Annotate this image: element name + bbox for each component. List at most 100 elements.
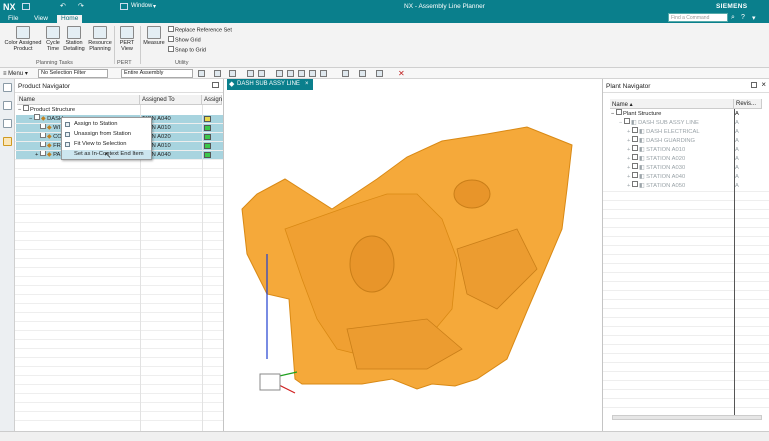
grid-line	[15, 213, 223, 214]
maximize-icon[interactable]	[751, 82, 757, 88]
grid-line	[15, 357, 223, 358]
scope-select[interactable]: Entire Assembly	[121, 69, 193, 78]
checkbox-icon[interactable]	[34, 114, 40, 121]
orient-icon[interactable]	[247, 70, 254, 77]
checkbox-icon[interactable]	[632, 145, 638, 152]
list-item[interactable]: + ◧ DASH ELECTRICAL A	[627, 127, 769, 136]
plant-navigator-title: Plant Navigator	[606, 83, 651, 90]
part-navigator-icon[interactable]	[3, 101, 12, 110]
selection-filter-select[interactable]: No Selection Filter	[38, 69, 108, 78]
station-detailing-icon	[67, 26, 81, 39]
redo-icon[interactable]: ↷	[78, 2, 84, 10]
product-navigator-icon[interactable]	[3, 137, 12, 146]
checkbox-icon[interactable]	[632, 136, 638, 143]
station-detailing-button[interactable]: Station Detailing	[62, 26, 86, 52]
color-product-icon	[16, 26, 30, 39]
pan-icon[interactable]	[298, 70, 305, 77]
checkbox-icon[interactable]	[616, 109, 622, 116]
grid-line	[603, 407, 769, 408]
assembly-navigator-icon[interactable]	[3, 119, 12, 128]
grid-line	[603, 218, 769, 219]
checkbox-icon[interactable]	[632, 172, 638, 179]
settings-gear-icon[interactable]	[3, 83, 12, 92]
checkbox-icon[interactable]	[632, 163, 638, 170]
list-item[interactable]: + ◧ STATION A050 A	[627, 181, 769, 190]
render-icon[interactable]	[342, 70, 349, 77]
graphics-window[interactable]	[227, 79, 601, 431]
tab-file[interactable]: File	[4, 15, 22, 23]
undo-icon[interactable]: ↶	[60, 2, 66, 10]
zoom-icon[interactable]	[287, 70, 294, 77]
grid-line	[15, 204, 223, 205]
column-assigned-to[interactable]: Assigned To	[140, 95, 202, 105]
checkbox-icon[interactable]	[632, 181, 638, 188]
checkbox-icon[interactable]	[632, 154, 638, 161]
checkbox-icon[interactable]	[632, 127, 638, 134]
grid-line	[15, 231, 223, 232]
checkbox-icon[interactable]	[624, 118, 630, 125]
command-search-input[interactable]: Find a Command	[668, 13, 728, 22]
help-icon[interactable]: ?	[741, 14, 745, 21]
column-name[interactable]: Name	[17, 95, 140, 105]
tab-view[interactable]: View	[30, 15, 52, 23]
horizontal-scrollbar[interactable]	[612, 415, 762, 420]
grid-line	[15, 195, 223, 196]
checkbox-icon[interactable]	[40, 123, 46, 130]
checkbox-icon[interactable]	[40, 132, 46, 139]
checkbox-icon[interactable]	[40, 150, 46, 157]
column-assign[interactable]: Assign	[202, 95, 222, 105]
select-icon[interactable]	[214, 70, 221, 77]
list-item[interactable]: + ◧ STATION A040 A	[627, 172, 769, 181]
column-divider	[734, 109, 735, 415]
window-dropdown-icon[interactable]: ▾	[153, 3, 156, 10]
list-item[interactable]: − ◧ DASH SUB ASSY LINE A	[619, 118, 769, 127]
layer-icon[interactable]	[359, 70, 366, 77]
settings-icon[interactable]: ▾	[752, 14, 756, 22]
snap-point-icon[interactable]	[229, 70, 236, 77]
grid-line	[15, 321, 223, 322]
window-menu[interactable]: Window	[131, 3, 152, 9]
close-icon[interactable]: ×	[761, 80, 766, 89]
snap-to-grid-button[interactable]: Snap to Grid	[168, 46, 206, 53]
resource-planning-button[interactable]: Resource Planning	[87, 26, 113, 52]
column-name[interactable]: Name ▴	[610, 99, 734, 109]
section-icon[interactable]	[376, 70, 383, 77]
rotate-icon[interactable]	[309, 70, 316, 77]
group-planning-tasks: Planning Tasks	[36, 60, 73, 66]
cycle-time-button[interactable]: Cycle Time	[44, 26, 62, 52]
search-icon[interactable]: ⌕	[731, 14, 735, 22]
shading-icon[interactable]	[320, 70, 327, 77]
replace-reference-set-button[interactable]: Replace Reference Set	[168, 26, 232, 33]
color-assigned-product-button[interactable]: Color Assigned Product	[3, 26, 43, 52]
column-revision[interactable]: Revis...	[734, 99, 762, 109]
menu-item-fit-view-to-selection[interactable]: Fit View to Selection	[62, 140, 151, 149]
fit-icon[interactable]	[276, 70, 283, 77]
tab-home[interactable]: Home	[57, 15, 83, 23]
grid-line	[15, 411, 223, 412]
tree-root[interactable]: − Product Structure	[18, 105, 75, 114]
list-item[interactable]: + ◧ STATION A030 A	[627, 163, 769, 172]
measure-button[interactable]: Measure	[143, 26, 165, 46]
list-item[interactable]: + ◧ DASH GUARDING A	[627, 136, 769, 145]
checkbox-icon[interactable]	[23, 105, 29, 112]
close-selection-icon[interactable]: ✕	[398, 69, 405, 78]
pert-view-button[interactable]: PERT View	[117, 26, 137, 52]
show-grid-button[interactable]: Show Grid	[168, 36, 201, 43]
menu-item-unassign-from-station[interactable]: Unassign from Station	[62, 130, 151, 139]
graphics-tab[interactable]: ◆ DASH SUB ASSY LINE ×	[227, 79, 313, 90]
save-icon[interactable]	[22, 3, 30, 10]
close-tab-icon[interactable]: ×	[305, 79, 309, 90]
dash-assembly-model[interactable]	[227, 79, 601, 431]
view-triad-cube[interactable]	[259, 373, 281, 391]
view-icon[interactable]	[258, 70, 265, 77]
grid-line	[603, 299, 769, 300]
list-item[interactable]: + ◧ STATION A010 A	[627, 145, 769, 154]
checkbox-icon[interactable]	[40, 141, 46, 148]
menu-item-assign-to-station[interactable]: Assign to Station	[62, 120, 151, 129]
maximize-icon[interactable]	[212, 82, 219, 88]
ribbon: Color Assigned Product Cycle Time Statio…	[0, 23, 769, 68]
menu-button[interactable]: ≡ Menu ▾	[3, 70, 28, 77]
tree-root[interactable]: − Plant Structure A	[611, 109, 769, 118]
filter-icon[interactable]	[198, 70, 205, 77]
list-item[interactable]: + ◧ STATION A020 A	[627, 154, 769, 163]
